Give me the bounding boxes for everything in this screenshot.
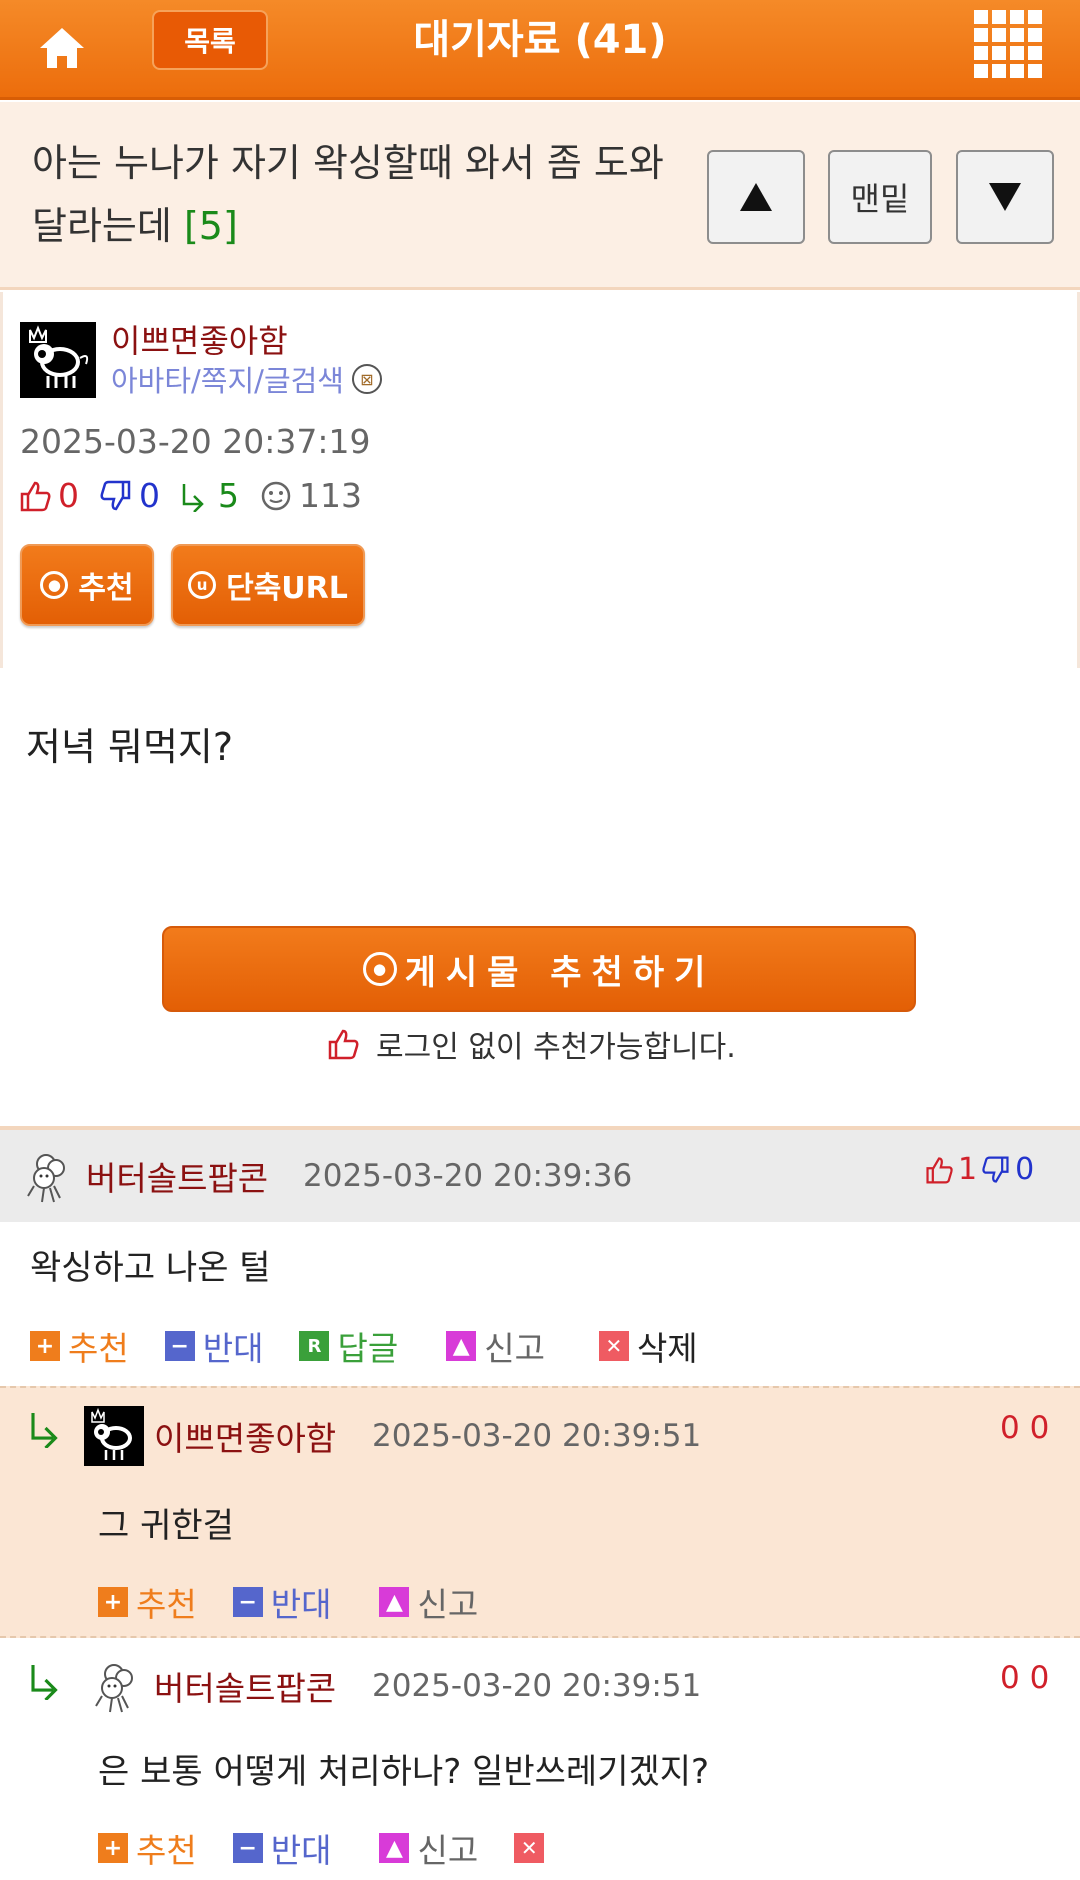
comment-actions: + 추천 − 반대 ▲ 신고 ✕ (98, 1824, 588, 1872)
siren-icon: ▲ (379, 1833, 410, 1863)
post-info: 이쁘면좋아함 아바타/쪽지/글검색 ⊠ 2025-03-20 20:37:19 … (0, 292, 1080, 668)
page-title: 대기자료 (41) (413, 17, 667, 63)
author-menu-link[interactable]: 아바타/쪽지/글검색 (111, 358, 344, 400)
circle-u-icon: u (188, 571, 217, 599)
thumbs-down-icon[interactable] (981, 1155, 1011, 1185)
recommend-button[interactable]: ● 추천 (20, 544, 154, 626)
prev-post-button[interactable] (707, 150, 805, 244)
comment-count: [5] (183, 204, 238, 248)
plus-icon: + (98, 1833, 128, 1863)
author-links: 아바타/쪽지/글검색 ⊠ (111, 358, 382, 400)
comment-body: 그 귀한걸 (98, 1506, 234, 1546)
post-title-bar: 아는 누나가 자기 왁싱할때 와서 좀 도와달라는데 [5] 맨밑 (0, 102, 1080, 290)
comment-body: 은 보통 어떻게 처리하나? 일반쓰레기겠지? (98, 1752, 710, 1792)
home-button[interactable] (26, 14, 98, 82)
minus-icon: − (232, 1587, 263, 1617)
circle-target-icon: ● (40, 571, 69, 599)
thumbs-up-icon (20, 481, 51, 511)
like-count: 0 (18, 476, 79, 515)
reply-arrow-icon (31, 1413, 58, 1448)
report-action[interactable]: ▲ 신고 (379, 1824, 478, 1872)
plus-icon: + (98, 1587, 128, 1617)
delete-action[interactable]: ✕ 삭제 (598, 1322, 698, 1370)
oppose-action[interactable]: − 반대 (232, 1824, 331, 1872)
popcorn-avatar[interactable] (88, 1656, 148, 1716)
comment-actions: + 추천 − 반대 R 답글 ▲ 신고 ✕ 삭제 (30, 1322, 734, 1370)
comment-votes: 1 0 (924, 1152, 1034, 1187)
report-action[interactable]: ▲ 신고 (446, 1322, 545, 1370)
comment-body: 왁싱하고 나온 털 (30, 1248, 271, 1288)
comment-reply-item: 이쁘면좋아함 2025-03-20 20:39:51 0 0 그 귀한걸 + 추천… (0, 1386, 1080, 1638)
thumbs-up-icon[interactable] (924, 1155, 954, 1185)
recommend-note: 로그인 없이 추천가능합니다. (326, 1022, 736, 1066)
oppose-action[interactable]: − 반대 (164, 1322, 263, 1370)
badge-icon: ⊠ (351, 364, 382, 394)
reply-r-icon: R (299, 1331, 330, 1361)
reply-action[interactable]: R 답글 (299, 1322, 398, 1370)
post-date: 2025-03-20 20:37:19 (20, 422, 371, 461)
recommend-action[interactable]: + 추천 (30, 1322, 129, 1370)
thumbs-up-icon (328, 1029, 359, 1060)
comment-votes: 0 0 (1000, 1410, 1050, 1446)
comment-author[interactable]: 버터솔트팝콘 (86, 1152, 268, 1200)
comment-author[interactable]: 버터솔트팝콘 (154, 1662, 336, 1710)
comment-date: 2025-03-20 20:39:36 (303, 1158, 633, 1194)
reply-count: 5 (180, 476, 239, 515)
list-button[interactable]: 목록 (152, 10, 268, 70)
post-content: 저녁 뭐먹지? (26, 725, 234, 769)
view-count: 113 (259, 476, 362, 515)
post-title: 아는 누나가 자기 왁싱할때 와서 좀 도와달라는데 [5] (32, 132, 682, 258)
menu-grid-button[interactable] (974, 10, 1044, 80)
siren-icon: ▲ (446, 1331, 477, 1361)
dislike-count: 0 (99, 476, 160, 515)
reply-arrow-icon (31, 1665, 58, 1700)
minus-icon: − (232, 1833, 263, 1863)
post-recommend-button[interactable]: ● 게시물 추천하기 (162, 926, 916, 1012)
comment-date: 2025-03-20 20:39:51 (372, 1418, 702, 1454)
circle-target-icon: ● (362, 952, 397, 986)
siren-icon: ▲ (379, 1587, 410, 1617)
popcorn-avatar[interactable] (20, 1146, 80, 1206)
arrow-down-icon (989, 183, 1021, 211)
comment-actions: + 추천 − 반대 ▲ 신고 (98, 1578, 514, 1626)
minus-icon: − (164, 1331, 195, 1361)
close-icon: ✕ (514, 1833, 545, 1863)
delete-action[interactable]: ✕ (514, 1833, 552, 1863)
plus-icon: + (30, 1331, 60, 1361)
post-title-text: 아는 누나가 자기 왁싱할때 와서 좀 도와달라는데 (32, 141, 664, 248)
thumbs-down-icon (100, 480, 131, 510)
top-header: 목록 대기자료 (41) (0, 0, 1080, 100)
smiley-icon (261, 481, 291, 510)
go-bottom-button[interactable]: 맨밑 (828, 150, 932, 244)
post-stats: 0 0 5 113 (18, 476, 382, 515)
next-post-button[interactable] (956, 150, 1054, 244)
close-icon: ✕ (598, 1331, 629, 1361)
avatar[interactable] (20, 322, 96, 398)
home-icon (40, 28, 84, 68)
comment-author[interactable]: 이쁘면좋아함 (154, 1412, 336, 1460)
oppose-action[interactable]: − 반대 (232, 1578, 331, 1626)
avatar[interactable] (84, 1406, 144, 1466)
short-url-button[interactable]: u 단축URL (171, 544, 365, 626)
recommend-action[interactable]: + 추천 (98, 1824, 197, 1872)
comment-date: 2025-03-20 20:39:51 (372, 1668, 702, 1704)
report-action[interactable]: ▲ 신고 (379, 1578, 478, 1626)
comment-reply-item: 버터솔트팝콘 2025-03-20 20:39:51 0 0 은 보통 어떻게 … (0, 1640, 1080, 1880)
comment-votes: 0 0 (1000, 1660, 1050, 1696)
reply-arrow-icon (182, 483, 204, 512)
arrow-up-icon (740, 183, 772, 211)
recommend-action[interactable]: + 추천 (98, 1578, 197, 1626)
author-name[interactable]: 이쁘면좋아함 (111, 316, 288, 362)
comment-item: 버터솔트팝콘 2025-03-20 20:39:36 1 0 왁싱하고 나온 털… (0, 1130, 1080, 1384)
